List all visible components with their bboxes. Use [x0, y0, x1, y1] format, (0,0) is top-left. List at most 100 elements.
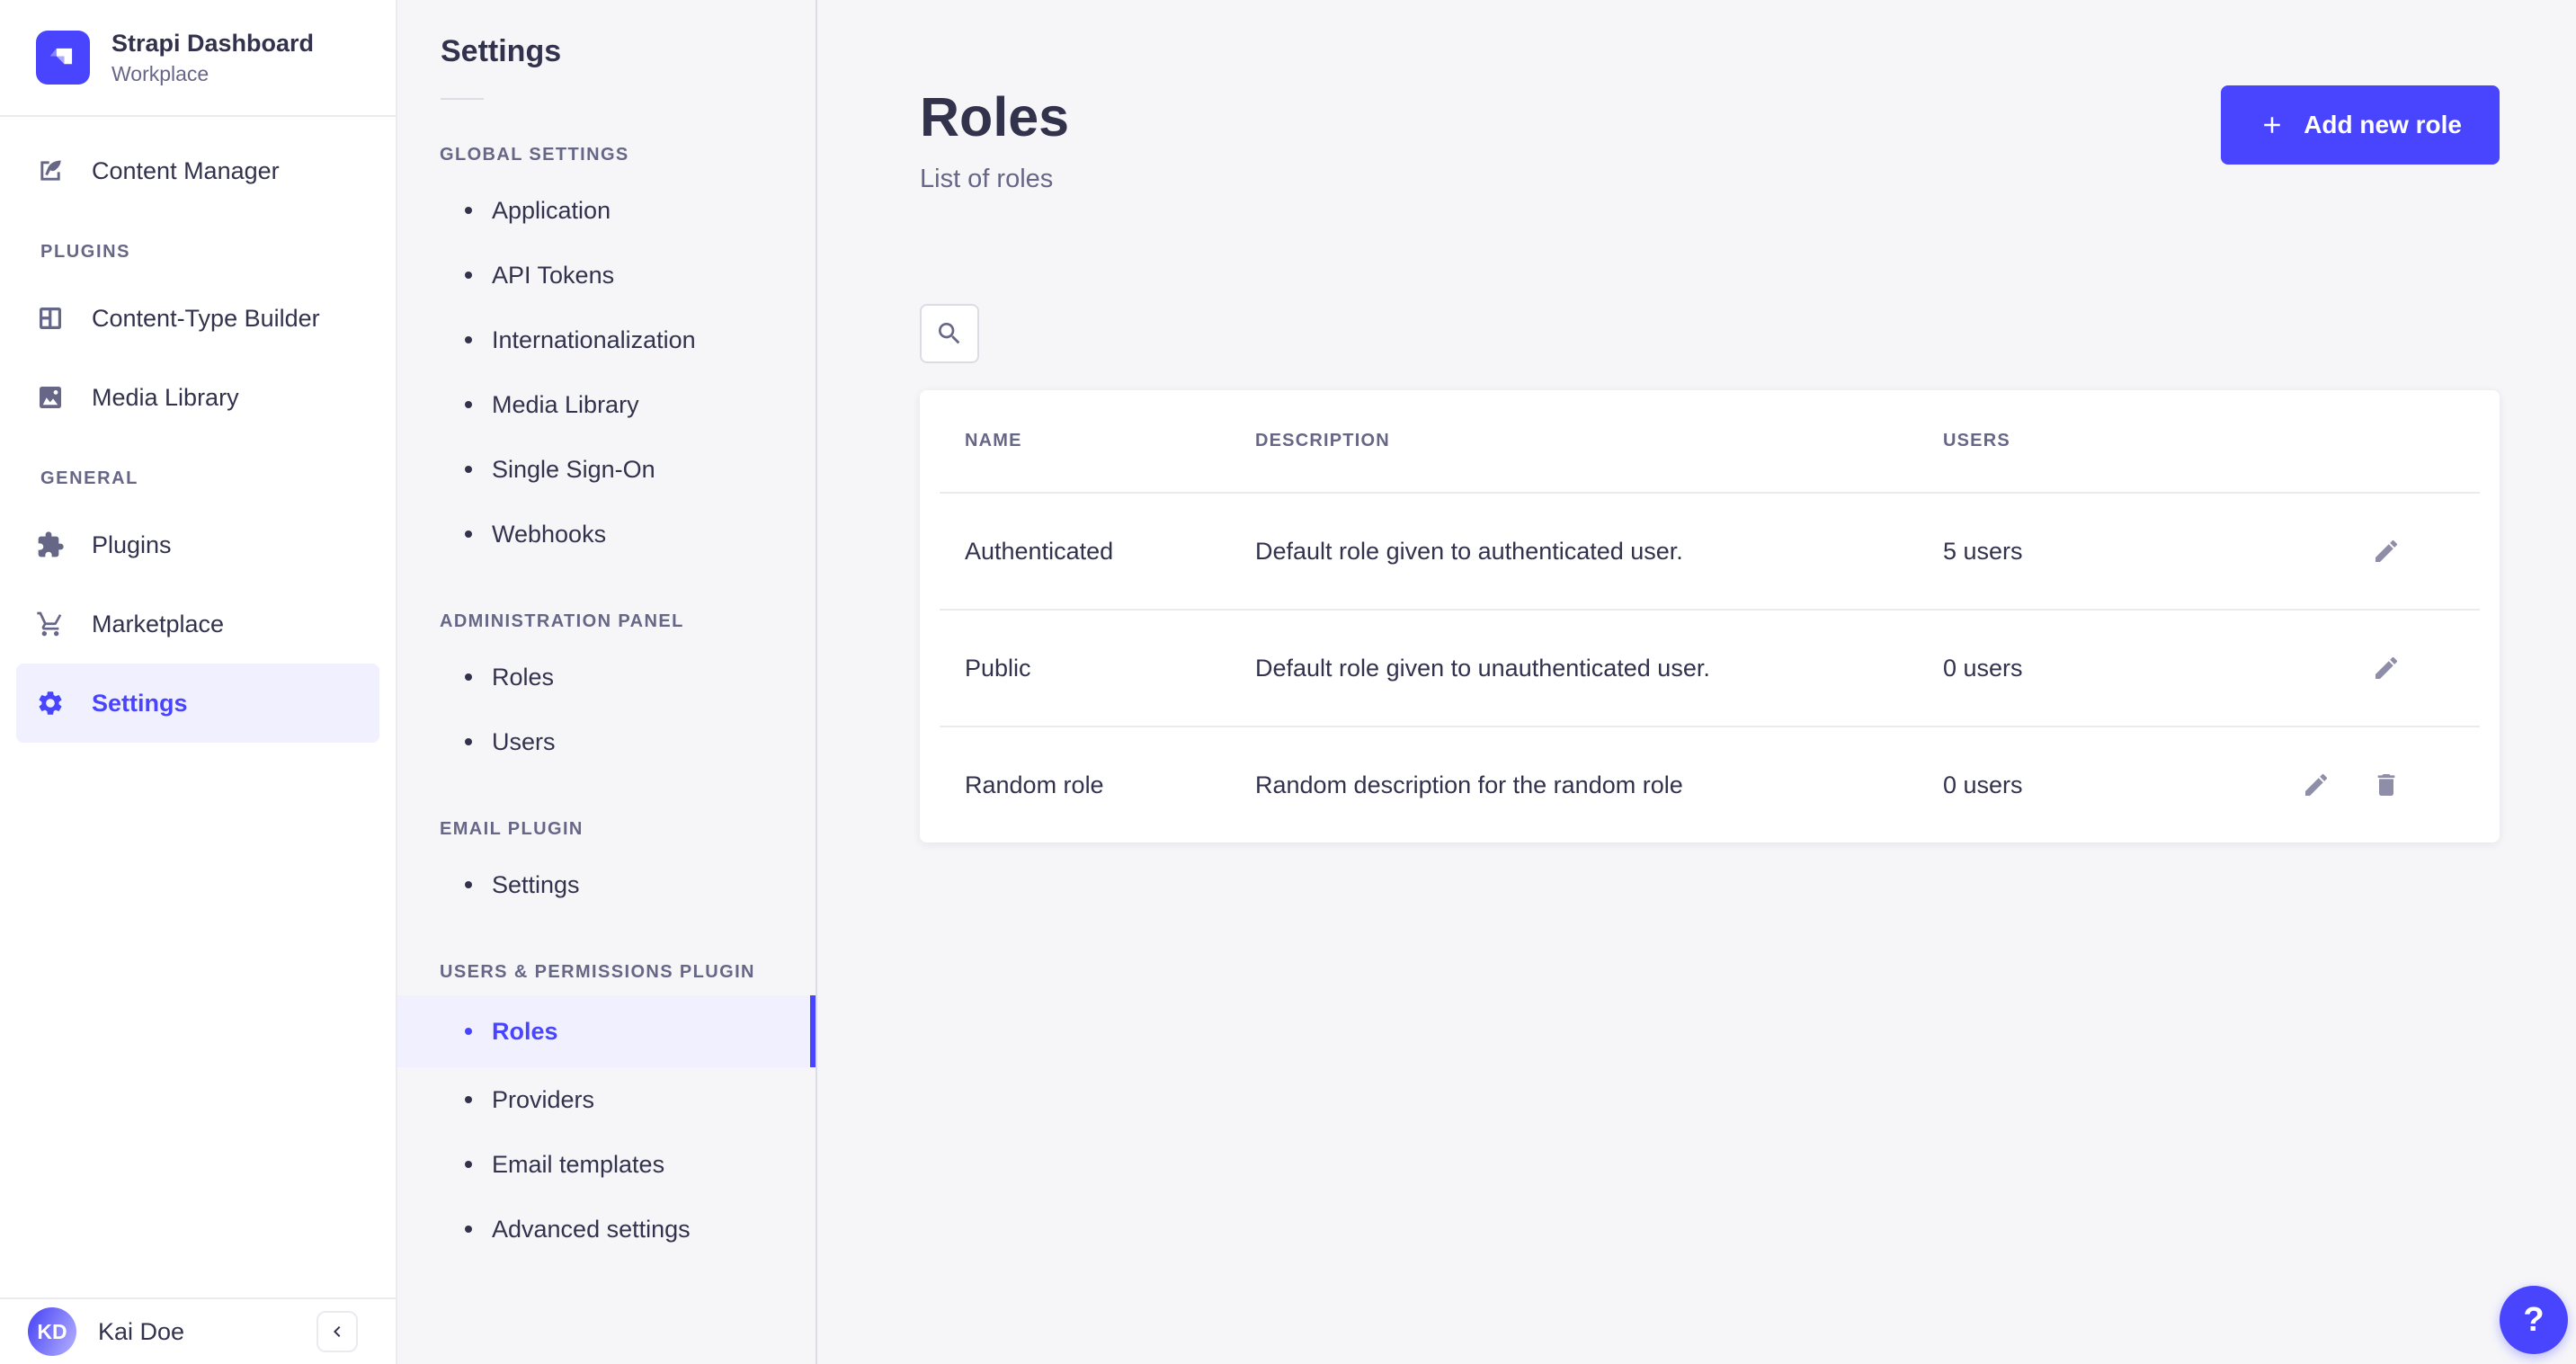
main-navigation: Content Manager PLUGINS Content-Type Bui…	[0, 117, 396, 1297]
plus-icon	[2259, 111, 2286, 138]
collapse-sidebar-button[interactable]	[316, 1311, 358, 1352]
add-new-role-button[interactable]: Add new role	[2221, 85, 2500, 165]
page-title: Roles	[920, 85, 1069, 148]
subnav-item-admin-users[interactable]: Users	[397, 709, 816, 774]
subnav-item-label: Application	[492, 197, 611, 225]
sidebar-item-plugins[interactable]: Plugins	[0, 505, 396, 584]
bullet-icon	[465, 466, 472, 473]
trash-icon	[2372, 771, 2401, 799]
sidebar-section-plugins: PLUGINS	[0, 225, 396, 279]
subnav-item-label: Internationalization	[492, 326, 696, 354]
delete-role-button[interactable]	[2372, 771, 2401, 799]
subnav-item-webhooks[interactable]: Webhooks	[397, 502, 816, 566]
role-name: Random role	[965, 771, 1255, 799]
subnav-item-label: Providers	[492, 1086, 594, 1114]
subnav-item-application[interactable]: Application	[397, 178, 816, 243]
bullet-icon	[465, 401, 472, 408]
pencil-icon	[2372, 537, 2401, 566]
subnav-item-label: Roles	[492, 664, 554, 691]
gear-icon	[36, 689, 65, 718]
subnav-item-label: Users	[492, 728, 556, 756]
sidebar-item-label: Media Library	[92, 384, 239, 412]
edit-role-button[interactable]	[2302, 771, 2331, 799]
role-description: Default role given to authenticated user…	[1255, 538, 1943, 566]
role-name: Authenticated	[965, 538, 1255, 566]
pencil-icon	[2302, 771, 2331, 799]
row-actions	[2311, 654, 2455, 682]
sidebar-item-media-library[interactable]: Media Library	[0, 358, 396, 437]
strapi-logo-icon	[36, 31, 90, 85]
question-mark-icon: ?	[2523, 1301, 2544, 1340]
sidebar-item-marketplace[interactable]: Marketplace	[0, 584, 396, 664]
bullet-icon	[465, 1028, 472, 1035]
subnav-item-media-library[interactable]: Media Library	[397, 372, 816, 437]
sidebar-item-content-type-builder[interactable]: Content-Type Builder	[0, 279, 396, 358]
main-sidebar: Strapi Dashboard Workplace Content Manag…	[0, 0, 397, 1364]
subnav-item-email-settings[interactable]: Settings	[397, 852, 816, 917]
role-users-count: 0 users	[1943, 655, 2311, 682]
subnav-section-users-permissions-plugin: USERS & PERMISSIONS PLUGIN Roles Provide…	[397, 962, 816, 1261]
brand: Strapi Dashboard Workplace	[0, 0, 396, 117]
subnav-section-header: GLOBAL SETTINGS	[440, 145, 816, 165]
page-header: Roles List of roles Add new role	[920, 85, 2500, 194]
roles-table-card: NAME DESCRIPTION USERS Authenticated Def…	[920, 390, 2500, 842]
subnav-section-header: USERS & PERMISSIONS PLUGIN	[440, 962, 816, 983]
table-row-authenticated[interactable]: Authenticated Default role given to auth…	[940, 492, 2480, 609]
bullet-icon	[465, 1226, 472, 1233]
search-button[interactable]	[920, 304, 979, 363]
search-icon	[935, 319, 964, 348]
bullet-icon	[465, 530, 472, 538]
subnav-section-header: EMAIL PLUGIN	[440, 819, 816, 840]
pen-icon	[36, 156, 65, 185]
sidebar-item-label: Settings	[92, 690, 188, 718]
subnav-section-global-settings: GLOBAL SETTINGS Application API Tokens I…	[397, 145, 816, 566]
edit-role-button[interactable]	[2372, 537, 2401, 566]
bullet-icon	[465, 336, 472, 343]
subnav-item-email-templates[interactable]: Email templates	[397, 1132, 816, 1197]
search-row	[920, 304, 2500, 363]
bullet-icon	[465, 272, 472, 279]
subnav-item-label: Media Library	[492, 391, 639, 419]
image-icon	[36, 383, 65, 412]
table-row-public[interactable]: Public Default role given to unauthentic…	[940, 609, 2480, 726]
bullet-icon	[465, 207, 472, 214]
help-button[interactable]: ?	[2500, 1286, 2568, 1354]
subnav-section-header: ADMINISTRATION PANEL	[440, 611, 816, 632]
user-name: Kai Doe	[98, 1318, 295, 1346]
cart-icon	[36, 610, 65, 638]
subnav-item-single-sign-on[interactable]: Single Sign-On	[397, 437, 816, 502]
table-body: Authenticated Default role given to auth…	[940, 492, 2480, 842]
sidebar-section-general: GENERAL	[0, 451, 396, 505]
layout-icon	[36, 304, 65, 333]
sidebar-item-settings[interactable]: Settings	[16, 664, 379, 743]
subnav-item-advanced-settings[interactable]: Advanced settings	[397, 1197, 816, 1261]
main-content: Roles List of roles Add new role NAME DE…	[817, 0, 2576, 1364]
row-actions	[2311, 771, 2455, 799]
subnav-item-api-tokens[interactable]: API Tokens	[397, 243, 816, 308]
subnav-item-label: Settings	[492, 871, 580, 899]
subnav-item-label: Advanced settings	[492, 1216, 691, 1244]
chevron-left-icon	[326, 1321, 348, 1342]
sidebar-item-label: Plugins	[92, 531, 172, 559]
role-users-count: 5 users	[1943, 538, 2311, 566]
table-row-random-role[interactable]: Random role Random description for the r…	[940, 726, 2480, 842]
bullet-icon	[465, 881, 472, 888]
puzzle-icon	[36, 530, 65, 559]
subnav-item-providers[interactable]: Providers	[397, 1067, 816, 1132]
role-description: Random description for the random role	[1255, 771, 1943, 799]
column-header-users: USERS	[1943, 431, 2311, 451]
role-users-count: 0 users	[1943, 771, 2311, 799]
subnav-item-label: Single Sign-On	[492, 456, 655, 484]
sidebar-item-content-manager[interactable]: Content Manager	[0, 131, 396, 210]
subnav-item-internationalization[interactable]: Internationalization	[397, 308, 816, 372]
subnav-item-label: Roles	[492, 1018, 558, 1046]
edit-role-button[interactable]	[2372, 654, 2401, 682]
bullet-icon	[465, 738, 472, 745]
subnav-item-up-roles[interactable]: Roles	[397, 995, 816, 1067]
add-new-role-label: Add new role	[2304, 111, 2462, 139]
divider	[441, 98, 484, 100]
brand-title: Strapi Dashboard	[111, 30, 314, 58]
brand-text: Strapi Dashboard Workplace	[111, 30, 314, 86]
avatar[interactable]: KD	[28, 1307, 76, 1356]
subnav-item-admin-roles[interactable]: Roles	[397, 645, 816, 709]
